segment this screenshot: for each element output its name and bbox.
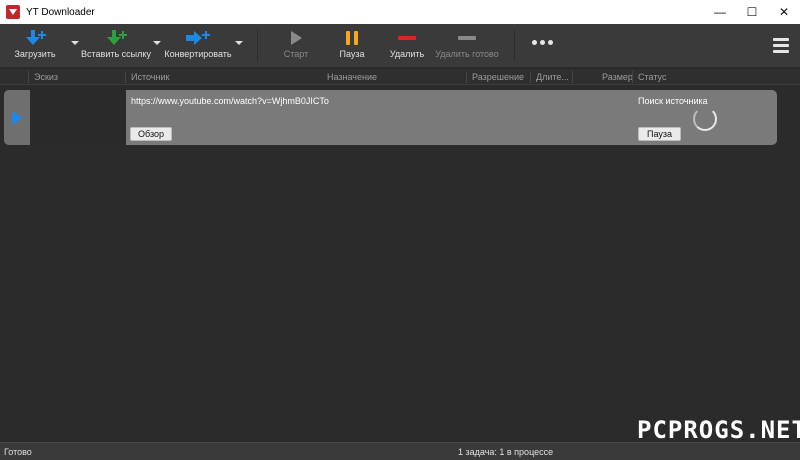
toolbar-separator [514,30,515,62]
paste-link-label: Вставить ссылку [81,49,151,59]
convert-plus-icon [184,24,212,48]
paste-link-button[interactable]: Вставить ссылку [80,24,152,68]
play-icon [288,24,304,48]
more-dots-icon[interactable] [532,40,553,45]
download-button[interactable]: Загрузить [8,24,62,68]
download-dropdown-caret[interactable] [71,41,79,45]
maximize-button[interactable]: ☐ [736,0,768,24]
source-url: https://www.youtube.com/watch?v=WjhmB0JI… [131,96,329,106]
title-bar: YT Downloader — ☐ ✕ [0,0,800,24]
column-divider [125,71,126,83]
task-row[interactable]: https://www.youtube.com/watch?v=WjhmB0JI… [4,90,777,145]
window-controls: — ☐ ✕ [704,0,800,24]
column-duration[interactable]: Длите... [536,72,569,82]
task-status: Поиск источника [638,96,708,106]
column-divider [632,71,633,83]
column-source[interactable]: Источник [131,72,169,82]
pause-icon [344,24,360,48]
toolbar: Загрузить Вставить ссылку Конвертировать… [0,24,800,68]
column-status[interactable]: Статус [638,72,666,82]
browse-button[interactable]: Обзор [130,127,172,141]
delete-done-label: Удалить готово [435,49,499,59]
paste-link-plus-icon [103,24,129,48]
start-label: Старт [283,49,309,59]
task-pause-button[interactable]: Пауза [638,127,682,141]
column-divider [28,71,29,83]
row-indicator [4,90,30,145]
thumbnail-placeholder [30,90,126,145]
paste-link-dropdown-caret[interactable] [153,41,161,45]
app-logo-icon [6,5,20,19]
loading-spinner-icon [693,107,717,131]
delete-done-button[interactable]: Удалить готово [434,24,500,68]
column-thumbnail[interactable]: Эскиз [34,72,58,82]
column-resolution[interactable]: Разрешение [472,72,524,82]
download-label: Загрузить [14,49,56,59]
status-task-count: 1 задача: 1 в процессе [458,447,554,457]
minimize-button[interactable]: — [704,0,736,24]
hamburger-icon[interactable] [773,38,789,56]
watermark-text: PCPROGS.NET [637,416,800,444]
minus-icon [396,24,418,48]
toolbar-separator [257,30,258,62]
start-button[interactable]: Старт [278,24,314,68]
column-divider [466,71,467,83]
column-size[interactable]: Размер [602,72,633,82]
convert-label: Конвертировать [164,49,232,59]
window-title: YT Downloader [26,6,95,18]
column-divider [572,71,573,83]
download-plus-icon [22,24,48,48]
delete-button[interactable]: Удалить [386,24,428,68]
column-destination[interactable]: Назначение [327,72,377,82]
pause-label: Пауза [339,49,365,59]
column-header-row: Эскиз Источник Назначение Разрешение Дли… [0,69,800,85]
delete-label: Удалить [389,49,425,59]
convert-button[interactable]: Конвертировать [162,24,234,68]
status-ready: Готово [4,447,32,457]
play-icon [11,110,23,125]
pause-button[interactable]: Пауза [333,24,371,68]
task-list: https://www.youtube.com/watch?v=WjhmB0JI… [0,85,800,442]
column-divider [530,71,531,83]
status-bar: Готово 1 задача: 1 в процессе [0,442,800,460]
close-button[interactable]: ✕ [768,0,800,24]
convert-dropdown-caret[interactable] [235,41,243,45]
minus-icon [456,24,478,48]
